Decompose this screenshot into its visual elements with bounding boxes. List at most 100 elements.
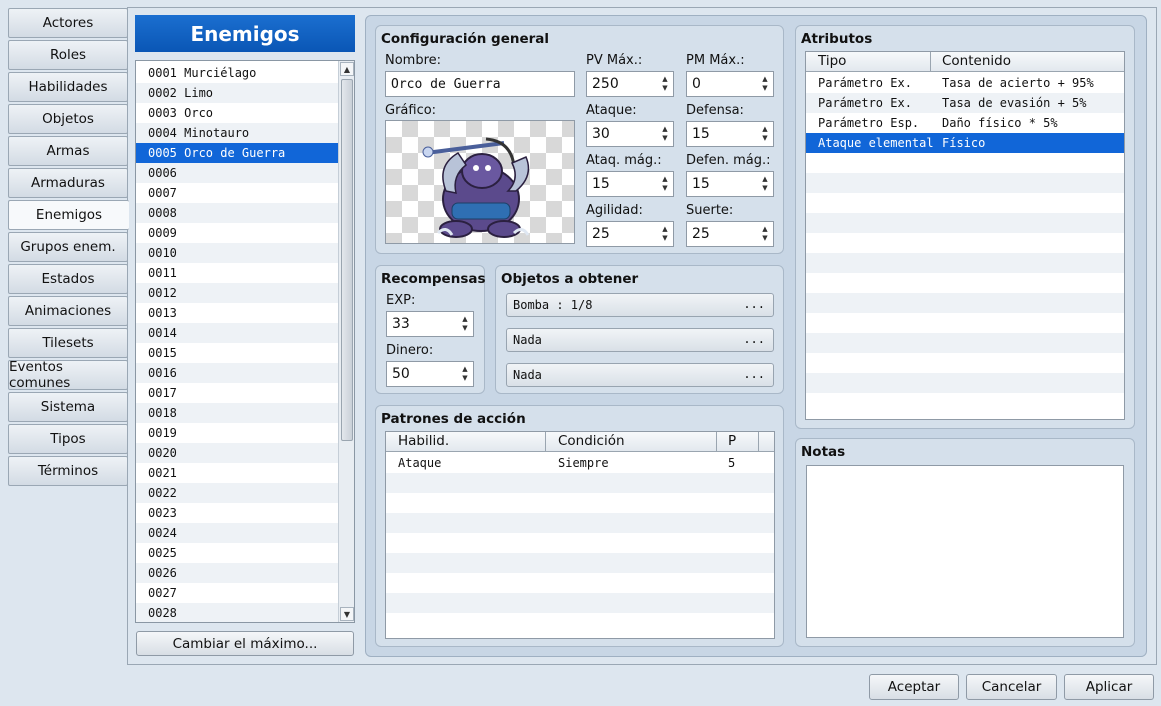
drop-item-1[interactable]: Bomba : 1/8... bbox=[506, 293, 774, 317]
tab-8[interactable]: Estados bbox=[8, 264, 128, 294]
table-row[interactable] bbox=[806, 153, 1124, 173]
list-item[interactable]: 0017 bbox=[136, 383, 339, 403]
list-item[interactable]: 0014 bbox=[136, 323, 339, 343]
tab-0[interactable]: Actores bbox=[8, 8, 128, 38]
list-item[interactable]: 0025 bbox=[136, 543, 339, 563]
traits-table[interactable]: Tipo Contenido Parámetro Ex. Tasa de acie… bbox=[805, 51, 1125, 420]
list-item[interactable]: 0024 bbox=[136, 523, 339, 543]
spin-arrows-icon[interactable]: ▲ ▼ bbox=[760, 225, 770, 243]
table-row[interactable]: Ataque Siempre 5 bbox=[386, 453, 774, 473]
list-item[interactable]: 0006 bbox=[136, 163, 339, 183]
col-type[interactable]: Tipo bbox=[818, 53, 846, 69]
table-row[interactable]: Parámetro Ex. Tasa de acierto + 95% bbox=[806, 73, 1124, 93]
list-scrollbar[interactable]: ▲ ▼ bbox=[338, 61, 354, 622]
list-item[interactable]: 0008 bbox=[136, 203, 339, 223]
list-item[interactable]: 0022 bbox=[136, 483, 339, 503]
luck-input[interactable]: 25 ▲ ▼ bbox=[686, 221, 774, 247]
spin-arrows-icon[interactable]: ▲ ▼ bbox=[760, 125, 770, 143]
spin-arrows-icon[interactable]: ▲ ▼ bbox=[760, 75, 770, 93]
table-row[interactable] bbox=[806, 173, 1124, 193]
magic-defense-input[interactable]: 15 ▲ ▼ bbox=[686, 171, 774, 197]
list-item[interactable]: 0027 bbox=[136, 583, 339, 603]
table-row[interactable] bbox=[806, 253, 1124, 273]
table-row[interactable] bbox=[806, 333, 1124, 353]
spin-arrows-icon[interactable]: ▲ ▼ bbox=[660, 75, 670, 93]
max-hp-input[interactable]: 250 ▲ ▼ bbox=[586, 71, 674, 97]
max-mp-input[interactable]: 0 ▲ ▼ bbox=[686, 71, 774, 97]
scroll-up-icon[interactable]: ▲ bbox=[340, 62, 354, 76]
change-max-button[interactable]: Cambiar el máximo... bbox=[136, 631, 354, 656]
list-item[interactable]: 0010 bbox=[136, 243, 339, 263]
list-item[interactable]: 0012 bbox=[136, 283, 339, 303]
tab-2[interactable]: Habilidades bbox=[8, 72, 128, 102]
col-skill[interactable]: Habilid. bbox=[398, 433, 449, 449]
table-row[interactable] bbox=[806, 353, 1124, 373]
spin-arrows-icon[interactable]: ▲ ▼ bbox=[660, 175, 670, 193]
defense-input[interactable]: 15 ▲ ▼ bbox=[686, 121, 774, 147]
list-item[interactable]: 0021 bbox=[136, 463, 339, 483]
table-row[interactable] bbox=[386, 513, 774, 533]
spin-arrows-icon[interactable]: ▲ ▼ bbox=[660, 225, 670, 243]
table-row[interactable] bbox=[806, 273, 1124, 293]
scroll-thumb[interactable] bbox=[341, 79, 353, 441]
list-item[interactable]: 0016 bbox=[136, 363, 339, 383]
table-row[interactable] bbox=[806, 313, 1124, 333]
ok-button[interactable]: Aceptar bbox=[869, 674, 959, 700]
attack-input[interactable]: 30 ▲ ▼ bbox=[586, 121, 674, 147]
tab-4[interactable]: Armas bbox=[8, 136, 128, 166]
list-item[interactable]: 0026 bbox=[136, 563, 339, 583]
list-item[interactable]: 0028 bbox=[136, 603, 339, 622]
list-item[interactable]: 0018 bbox=[136, 403, 339, 423]
table-row[interactable] bbox=[806, 373, 1124, 393]
list-item[interactable]: 0019 bbox=[136, 423, 339, 443]
tab-11[interactable]: Eventos comunes bbox=[8, 359, 128, 391]
list-item[interactable]: 0020 bbox=[136, 443, 339, 463]
spin-arrows-icon[interactable]: ▲ ▼ bbox=[760, 175, 770, 193]
list-item[interactable]: 0007 bbox=[136, 183, 339, 203]
tab-9[interactable]: Animaciones bbox=[8, 296, 128, 326]
exp-input[interactable]: 33 ▲ ▼ bbox=[386, 311, 474, 337]
drop-item-2[interactable]: Nada... bbox=[506, 328, 774, 352]
table-row[interactable] bbox=[806, 293, 1124, 313]
table-row[interactable] bbox=[386, 533, 774, 553]
tab-14[interactable]: Términos bbox=[8, 456, 128, 486]
apply-button[interactable]: Aplicar bbox=[1064, 674, 1154, 700]
drop-item-3[interactable]: Nada... bbox=[506, 363, 774, 387]
col-rating[interactable]: P bbox=[728, 433, 736, 449]
list-item[interactable]: 0011 bbox=[136, 263, 339, 283]
list-item[interactable]: 0009 bbox=[136, 223, 339, 243]
col-content[interactable]: Contenido bbox=[942, 53, 1011, 69]
table-row[interactable]: Ataque elemental Físico bbox=[806, 133, 1124, 153]
table-row[interactable]: Parámetro Ex. Tasa de evasión + 5% bbox=[806, 93, 1124, 113]
tab-13[interactable]: Tipos bbox=[8, 424, 128, 454]
table-row[interactable] bbox=[386, 473, 774, 493]
table-row[interactable] bbox=[386, 573, 774, 593]
tab-1[interactable]: Roles bbox=[8, 40, 128, 70]
table-row[interactable]: Parámetro Esp. Daño físico * 5% bbox=[806, 113, 1124, 133]
enemy-list[interactable]: 0001 Murciélago 0002 Limo 0003 Orco 0004 Mi… bbox=[135, 60, 355, 623]
list-item[interactable]: 0004 Minotauro bbox=[136, 123, 339, 143]
gold-input[interactable]: 50 ▲ ▼ bbox=[386, 361, 474, 387]
table-row[interactable] bbox=[386, 493, 774, 513]
spin-arrows-icon[interactable]: ▲ ▼ bbox=[460, 315, 470, 333]
tab-12[interactable]: Sistema bbox=[8, 392, 128, 422]
tab-6[interactable]: Enemigos bbox=[8, 200, 129, 230]
list-item[interactable]: 0005 Orco de Guerra bbox=[136, 143, 339, 163]
scroll-down-icon[interactable]: ▼ bbox=[340, 607, 354, 621]
table-row[interactable] bbox=[386, 553, 774, 573]
tab-5[interactable]: Armaduras bbox=[8, 168, 128, 198]
col-condition[interactable]: Condición bbox=[558, 433, 625, 449]
table-row[interactable] bbox=[386, 593, 774, 613]
magic-attack-input[interactable]: 15 ▲ ▼ bbox=[586, 171, 674, 197]
spin-arrows-icon[interactable]: ▲ ▼ bbox=[660, 125, 670, 143]
table-row[interactable] bbox=[806, 233, 1124, 253]
agility-input[interactable]: 25 ▲ ▼ bbox=[586, 221, 674, 247]
enemy-graphic[interactable] bbox=[385, 120, 575, 244]
tab-7[interactable]: Grupos enem. bbox=[8, 232, 128, 262]
list-item[interactable]: 0023 bbox=[136, 503, 339, 523]
table-row[interactable] bbox=[806, 393, 1124, 413]
tab-10[interactable]: Tilesets bbox=[8, 328, 128, 358]
tab-3[interactable]: Objetos bbox=[8, 104, 128, 134]
list-item[interactable]: 0001 Murciélago bbox=[136, 63, 339, 83]
name-input[interactable]: Orco de Guerra bbox=[385, 71, 575, 97]
